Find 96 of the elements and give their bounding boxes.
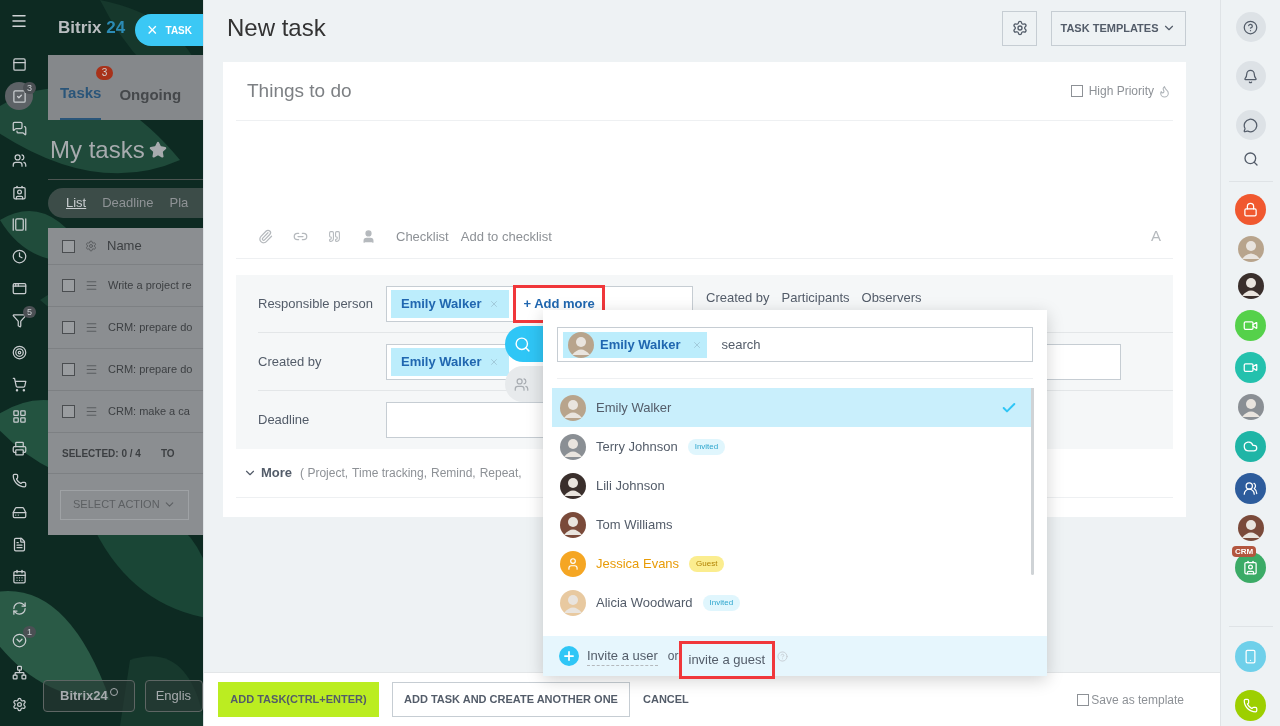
- role-link[interactable]: Created by: [706, 287, 770, 308]
- selected-count: SELECTED: 0 / 4: [62, 446, 141, 461]
- bitrix24-button[interactable]: Bitrix24: [43, 680, 135, 712]
- add-task-button[interactable]: ADD TASK(CTRL+ENTER): [218, 682, 379, 717]
- person-row[interactable]: Tom Williams: [552, 505, 1031, 544]
- person-name: Tom Williams: [596, 515, 673, 534]
- drag-handle-icon[interactable]: [85, 363, 98, 376]
- more-option[interactable]: Repeat,: [479, 464, 522, 482]
- invited-tag: Invited: [687, 438, 726, 455]
- view-tab[interactable]: List: [66, 193, 87, 213]
- language-button[interactable]: Englis: [144, 680, 203, 712]
- save-template-checkbox[interactable]: [1077, 693, 1090, 706]
- person-name: Alicia Woodward: [596, 593, 693, 612]
- add-another-button[interactable]: ADD TASK AND CREATE ANOTHER ONE: [392, 682, 630, 717]
- settings-button[interactable]: [1002, 10, 1037, 46]
- task-name-field[interactable]: Things to do: [247, 76, 1071, 106]
- invited-tag: Invited: [702, 594, 741, 611]
- person-name: Emily Walker: [596, 398, 672, 417]
- person-row[interactable]: Terry Johnson Invited: [552, 427, 1031, 466]
- panel-title: New task: [227, 13, 327, 43]
- view-tab[interactable]: Pla: [169, 193, 189, 213]
- role-link[interactable]: Observers: [861, 287, 922, 308]
- person-row[interactable]: Lili Johnson: [552, 466, 1031, 505]
- bell-icon[interactable]: [1235, 61, 1266, 91]
- person-name: Jessica Evans: [596, 554, 680, 573]
- templates-button[interactable]: TASK TEMPLATES: [1051, 10, 1186, 46]
- column-header[interactable]: Name: [107, 236, 142, 256]
- cancel-button[interactable]: CANCEL: [643, 691, 1065, 708]
- save-template-label: Save as template: [1091, 691, 1184, 709]
- field-label: Deadline: [258, 411, 311, 430]
- menu-icon[interactable]: [10, 12, 28, 30]
- checkbox[interactable]: [62, 239, 75, 253]
- task-title[interactable]: CRM: prepare do: [108, 319, 193, 336]
- more-option[interactable]: Time tracking,: [352, 464, 427, 482]
- search-icon[interactable]: [1242, 151, 1259, 167]
- view-tab[interactable]: Deadline: [102, 193, 154, 213]
- priority-label: High Priority: [1088, 83, 1154, 100]
- avatar-icon: [1237, 273, 1264, 299]
- field-label: Responsible person: [258, 294, 374, 313]
- person-name: Lili Johnson: [596, 476, 665, 495]
- count-badge: 3: [95, 65, 114, 80]
- checkbox[interactable]: [62, 405, 75, 418]
- invite-guest-link[interactable]: invite a guest: [678, 641, 776, 679]
- lock-icon[interactable]: [1235, 194, 1266, 225]
- guest-tag: Guest: [689, 555, 725, 572]
- avatar-icon: [560, 511, 586, 538]
- star-icon[interactable]: [148, 140, 167, 159]
- checkbox[interactable]: [62, 321, 75, 334]
- avatar-icon: [1237, 236, 1264, 262]
- search-field[interactable]: search: [721, 334, 761, 355]
- avatar-icon: [1237, 515, 1264, 541]
- field-label: Created by: [258, 352, 323, 371]
- person-chip[interactable]: Emily Walker: [563, 331, 708, 358]
- task-title[interactable]: Write a project re: [108, 277, 192, 294]
- checklist-link[interactable]: Checklist: [396, 226, 449, 247]
- chat-icon[interactable]: [1235, 110, 1266, 140]
- more-option[interactable]: ( Project,: [300, 464, 349, 482]
- flame-icon: [1158, 84, 1171, 98]
- person-name: Terry Johnson: [596, 437, 678, 456]
- avatar-icon: [560, 433, 586, 460]
- help-icon[interactable]: [1235, 12, 1266, 42]
- invite-user-link[interactable]: Invite a user: [587, 645, 658, 667]
- task-title[interactable]: CRM: make a ca: [108, 403, 190, 420]
- drag-handle-icon[interactable]: [85, 321, 98, 334]
- group-icon[interactable]: [1235, 473, 1266, 504]
- cloud-icon[interactable]: [1235, 431, 1266, 462]
- crm-icon[interactable]: [1235, 552, 1266, 583]
- tab[interactable]: Ongoing: [119, 83, 182, 120]
- page-title: My tasks: [50, 134, 145, 165]
- person-row[interactable]: Alicia Woodward Invited: [552, 583, 1031, 622]
- avatar-icon: [1237, 394, 1264, 420]
- checkbox[interactable]: [62, 279, 75, 292]
- add-checklist-link[interactable]: Add to checklist: [460, 226, 1131, 247]
- role-link[interactable]: Participants: [781, 287, 850, 308]
- more-toggle[interactable]: More: [261, 463, 293, 483]
- drag-handle-icon[interactable]: [85, 279, 98, 292]
- person-row[interactable]: Jessica Evans Guest: [552, 544, 1031, 583]
- or-text: or: [667, 648, 679, 665]
- logo: Bitrix 24: [58, 16, 126, 39]
- avatar-icon: [568, 331, 594, 358]
- task-title[interactable]: CRM: prepare do: [108, 361, 193, 378]
- total-count: TO: [160, 446, 175, 461]
- checkbox[interactable]: [62, 363, 75, 376]
- avatar-icon: [560, 394, 586, 421]
- more-option[interactable]: Remind,: [431, 464, 476, 482]
- crm-badge: CRM: [1232, 546, 1257, 557]
- person-chip[interactable]: Emily Walker: [391, 347, 510, 376]
- priority-checkbox[interactable]: [1070, 85, 1083, 97]
- person-row[interactable]: Emily Walker: [552, 388, 1031, 427]
- scrollbar[interactable]: [1031, 388, 1034, 575]
- avatar-icon: [560, 472, 586, 499]
- settings-icon: [1011, 20, 1028, 36]
- drag-handle-icon[interactable]: [85, 405, 98, 418]
- avatar-icon: [560, 589, 586, 616]
- person-chip[interactable]: Emily Walker: [391, 289, 510, 318]
- guest-avatar-icon: [560, 550, 586, 577]
